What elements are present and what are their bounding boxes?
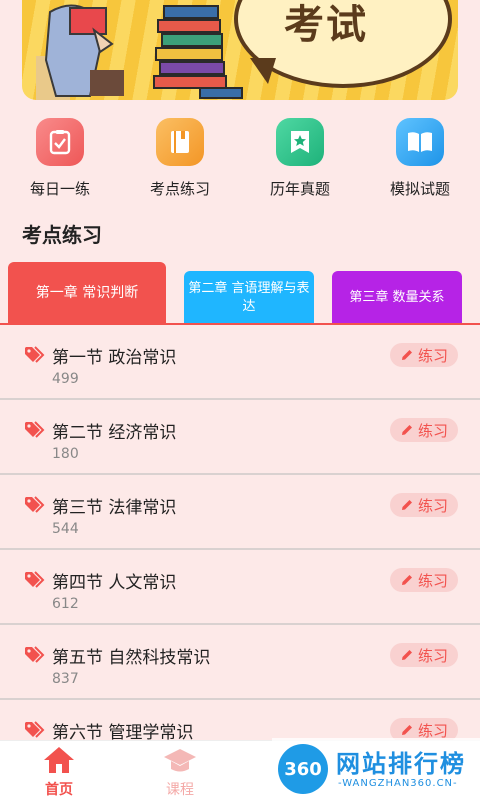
- list-item[interactable]: 第二节 经济常识 180 练习: [0, 400, 480, 475]
- pencil-icon: [401, 350, 412, 360]
- practice-button[interactable]: 练习: [390, 568, 458, 592]
- item-name: 第五节 自然科技常识: [52, 648, 211, 668]
- item-name: 第四节 人文常识: [52, 573, 177, 593]
- quick-entry-daily-practice[interactable]: 每日一练: [0, 118, 120, 199]
- watermark-title: 网站排行榜: [336, 750, 466, 778]
- tab-chapter-1[interactable]: 第一章 常识判断: [8, 262, 166, 324]
- watermark-badge: 360: [278, 744, 328, 794]
- list-item[interactable]: 第五节 自然科技常识 837 练习: [0, 625, 480, 700]
- tag-icon: [25, 346, 45, 363]
- quick-entry-label: 考点练习: [149, 180, 210, 198]
- pencil-icon: [401, 575, 412, 585]
- nav-label: 课程: [166, 782, 194, 798]
- item-count: 499: [52, 371, 79, 387]
- practice-label: 练习: [417, 571, 448, 590]
- speech-bubble-tail: [250, 58, 276, 84]
- quick-entry-mock-exams[interactable]: 模拟试题: [360, 118, 480, 199]
- practice-label: 练习: [417, 646, 448, 665]
- nav-courses[interactable]: 课程: [140, 745, 220, 799]
- tag-icon: [25, 571, 45, 588]
- star-badge-icon: [276, 118, 324, 166]
- quick-entry-label: 模拟试题: [389, 180, 450, 198]
- pencil-icon: [401, 650, 412, 660]
- quick-entry-label: 每日一练: [29, 180, 90, 198]
- book-icon: [156, 118, 204, 166]
- pencil-icon: [401, 425, 412, 435]
- watermark: 360 网站排行榜 -WANGZHAN360.CN-: [272, 738, 480, 800]
- item-count: 612: [52, 596, 79, 612]
- tag-icon: [25, 721, 45, 738]
- item-count: 544: [52, 521, 79, 537]
- nav-label: 首页: [45, 782, 73, 798]
- list-item[interactable]: 第三节 法律常识 544 练习: [0, 475, 480, 550]
- banner[interactable]: 考试: [22, 0, 458, 100]
- section-title: 考点练习: [22, 223, 102, 247]
- pencil-icon: [401, 500, 412, 510]
- quick-entry-past-exams[interactable]: 历年真题: [240, 118, 360, 199]
- nav-home[interactable]: 首页: [19, 745, 99, 799]
- list-item[interactable]: 第一节 政治常识 499 练习: [0, 325, 480, 400]
- section-list: 第一节 政治常识 499 练习 第二节 经济常识 180 练习 第三节 法律常识…: [0, 325, 480, 775]
- quick-entries: 每日一练 考点练习 历年真题 模拟试题: [0, 118, 480, 198]
- tag-icon: [25, 421, 45, 438]
- graduation-cap-icon: [164, 749, 196, 772]
- practice-label: 练习: [417, 496, 448, 515]
- practice-button[interactable]: 练习: [390, 643, 458, 667]
- watermark-subtitle: -WANGZHAN360.CN-: [338, 778, 458, 789]
- tab-chapter-3[interactable]: 第三章 数量关系: [332, 271, 462, 324]
- home-icon: [44, 747, 74, 773]
- checklist-icon: [36, 118, 84, 166]
- practice-button[interactable]: 练习: [390, 343, 458, 367]
- quick-entry-label: 历年真题: [269, 180, 330, 198]
- quick-entry-topic-practice[interactable]: 考点练习: [120, 118, 240, 199]
- practice-label: 练习: [417, 346, 448, 365]
- item-count: 837: [52, 671, 79, 687]
- item-name: 第三节 法律常识: [52, 498, 177, 518]
- pencil-icon: [401, 725, 412, 735]
- practice-button[interactable]: 练习: [390, 493, 458, 517]
- item-name: 第二节 经济常识: [52, 423, 177, 443]
- tab-chapter-2[interactable]: 第二章 言语理解与表达: [184, 271, 314, 324]
- list-item[interactable]: 第四节 人文常识 612 练习: [0, 550, 480, 625]
- tag-icon: [25, 496, 45, 513]
- open-book-icon: [396, 118, 444, 166]
- reading-person-illustration: [36, 4, 124, 100]
- item-count: 180: [52, 446, 79, 462]
- practice-button[interactable]: 练习: [390, 418, 458, 442]
- tag-icon: [25, 646, 45, 663]
- banner-title: 考试: [284, 1, 368, 48]
- practice-label: 练习: [417, 421, 448, 440]
- item-name: 第一节 政治常识: [52, 348, 177, 368]
